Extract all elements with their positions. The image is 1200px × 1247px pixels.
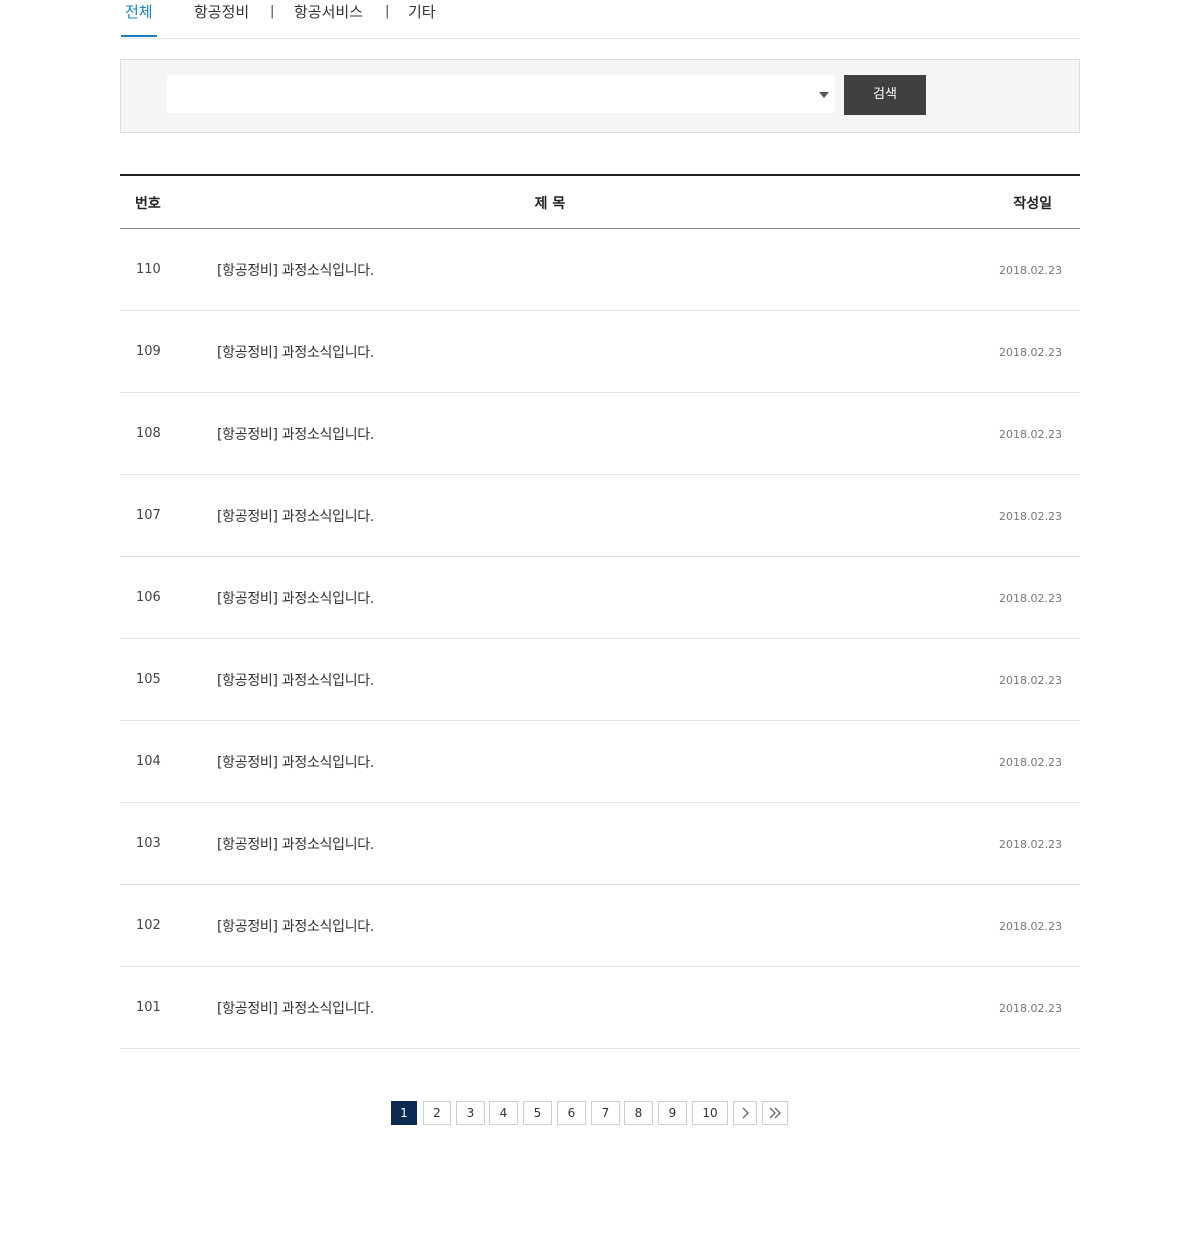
row-date: 2018.02.23 (999, 920, 1062, 933)
search-box: 검색 (120, 59, 1080, 133)
row-date: 2018.02.23 (999, 428, 1062, 441)
row-number: 109 (136, 344, 161, 359)
tab-separator: | (385, 4, 390, 19)
last-page-button[interactable] (762, 1101, 788, 1125)
row-title-link[interactable]: [항공정비] 과정소식입니다. (217, 670, 374, 690)
row-number: 104 (136, 754, 161, 769)
row-date: 2018.02.23 (999, 756, 1062, 769)
row-title-link[interactable]: [항공정비] 과정소식입니다. (217, 752, 374, 772)
row-date: 2018.02.23 (999, 510, 1062, 523)
row-date: 2018.02.23 (999, 674, 1062, 687)
row-title-link[interactable]: [항공정비] 과정소식입니다. (217, 998, 374, 1018)
table-row[interactable]: 106 [항공정비] 과정소식입니다. 2018.02.23 (120, 557, 1080, 639)
row-title-link[interactable]: [항공정비] 과정소식입니다. (217, 424, 374, 444)
page-7-button[interactable]: 7 (591, 1101, 620, 1125)
board-table: 번호 제 목 작성일 110 [항공정비] 과정소식입니다. 2018.02.2… (120, 174, 1080, 1049)
page-4-button[interactable]: 4 (489, 1101, 518, 1125)
board-container: 전체 항공정비 | 항공서비스 | 기타 검색 번호 제 목 작성일 110 [… (120, 0, 1080, 1049)
page-5-button[interactable]: 5 (523, 1101, 552, 1125)
table-row[interactable]: 103 [항공정비] 과정소식입니다. 2018.02.23 (120, 803, 1080, 885)
row-title-link[interactable]: [항공정비] 과정소식입니다. (217, 342, 374, 362)
row-date: 2018.02.23 (999, 1002, 1062, 1015)
double-chevron-right-icon (763, 1107, 787, 1119)
category-tabs: 전체 항공정비 | 항공서비스 | 기타 (120, 0, 1080, 39)
page-1-button[interactable]: 1 (391, 1101, 417, 1125)
page-8-button[interactable]: 8 (624, 1101, 653, 1125)
row-date: 2018.02.23 (999, 346, 1062, 359)
tab-separator: | (270, 4, 275, 19)
table-row[interactable]: 107 [항공정비] 과정소식입니다. 2018.02.23 (120, 475, 1080, 557)
table-row[interactable]: 105 [항공정비] 과정소식입니다. 2018.02.23 (120, 639, 1080, 721)
table-header: 번호 제 목 작성일 (120, 176, 1080, 229)
search-select[interactable] (167, 75, 835, 113)
header-date: 작성일 (1013, 196, 1052, 212)
page-3-button[interactable]: 3 (456, 1101, 485, 1125)
row-title-link[interactable]: [항공정비] 과정소식입니다. (217, 506, 374, 526)
row-title-link[interactable]: [항공정비] 과정소식입니다. (217, 834, 374, 854)
row-title-link[interactable]: [항공정비] 과정소식입니다. (217, 588, 374, 608)
row-date: 2018.02.23 (999, 838, 1062, 851)
row-number: 101 (136, 1000, 161, 1015)
tab-etc[interactable]: 기타 (408, 0, 436, 38)
row-date: 2018.02.23 (999, 592, 1062, 605)
page-2-button[interactable]: 2 (423, 1101, 451, 1125)
row-number: 107 (136, 508, 161, 523)
row-number: 105 (136, 672, 161, 687)
table-row[interactable]: 104 [항공정비] 과정소식입니다. 2018.02.23 (120, 721, 1080, 803)
row-number: 110 (136, 262, 161, 277)
row-number: 102 (136, 918, 161, 933)
chevron-right-icon (734, 1107, 756, 1119)
caret-down-icon (819, 92, 829, 98)
table-row[interactable]: 108 [항공정비] 과정소식입니다. 2018.02.23 (120, 393, 1080, 475)
row-number: 106 (136, 590, 161, 605)
page-6-button[interactable]: 6 (557, 1101, 586, 1125)
tab-aircraft-maintenance[interactable]: 항공정비 (194, 0, 249, 38)
search-button[interactable]: 검색 (844, 75, 926, 115)
next-page-button[interactable] (733, 1101, 757, 1125)
table-row[interactable]: 109 [항공정비] 과정소식입니다. 2018.02.23 (120, 311, 1080, 393)
table-row[interactable]: 101 [항공정비] 과정소식입니다. 2018.02.23 (120, 967, 1080, 1049)
table-row[interactable]: 102 [항공정비] 과정소식입니다. 2018.02.23 (120, 885, 1080, 967)
page-9-button[interactable]: 9 (658, 1101, 687, 1125)
row-number: 103 (136, 836, 161, 851)
page-10-button[interactable]: 10 (692, 1101, 728, 1125)
row-number: 108 (136, 426, 161, 441)
tab-aviation-service[interactable]: 항공서비스 (294, 0, 363, 38)
row-title-link[interactable]: [항공정비] 과정소식입니다. (217, 916, 374, 936)
tab-all[interactable]: 전체 (121, 0, 157, 37)
row-title-link[interactable]: [항공정비] 과정소식입니다. (217, 260, 374, 280)
header-title: 제 목 (534, 196, 566, 212)
table-row[interactable]: 110 [항공정비] 과정소식입니다. 2018.02.23 (120, 229, 1080, 311)
row-date: 2018.02.23 (999, 264, 1062, 277)
